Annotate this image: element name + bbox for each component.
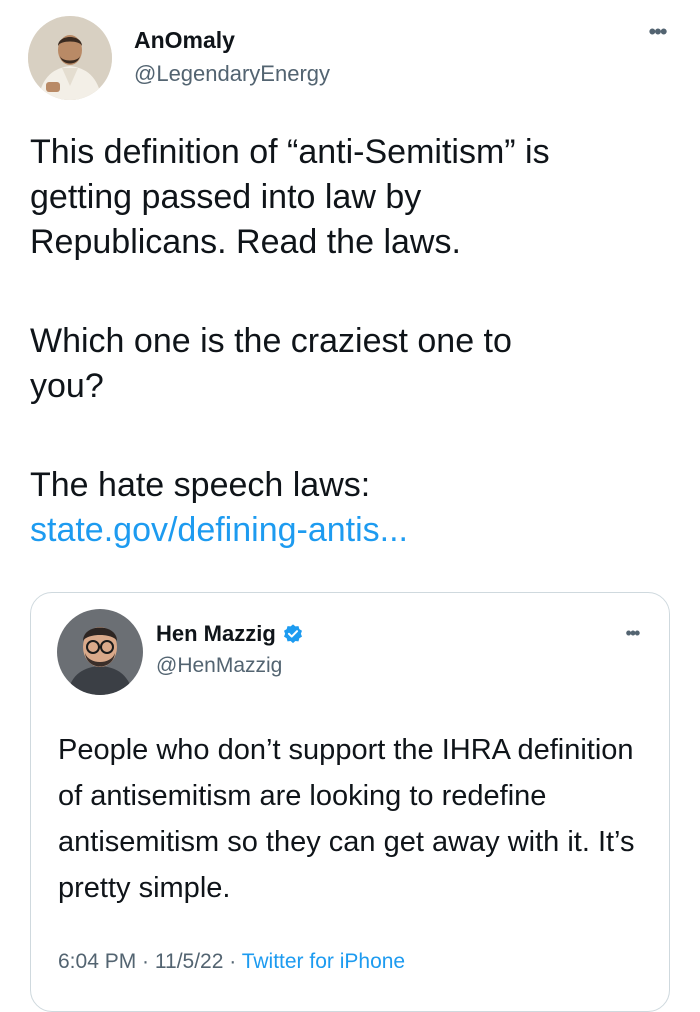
tweet-paragraph-1: This definition of “anti-Semitism” is ge… (30, 133, 550, 261)
tweet-text: This definition of “anti-Semitism” is ge… (30, 130, 680, 553)
quoted-tweet-source[interactable]: Twitter for iPhone (242, 950, 405, 973)
quoted-author-name-row[interactable]: Hen Mazzig (156, 621, 304, 647)
author-avatar[interactable] (28, 16, 112, 100)
quoted-author-avatar[interactable] (57, 609, 143, 695)
tweet-paragraph-2: Which one is the craziest one to you? (30, 322, 512, 405)
quoted-tweet-time[interactable]: 6:04 PM (58, 950, 136, 973)
quoted-tweet-text: People who don’t support the IHRA defini… (58, 734, 635, 904)
tweet-link[interactable]: state.gov/defining-antis... (30, 508, 680, 553)
quoted-author-handle[interactable]: @HenMazzig (156, 653, 282, 679)
author-handle[interactable]: @LegendaryEnergy (134, 60, 330, 88)
quoted-tweet-date[interactable]: 11/5/22 (155, 950, 224, 973)
tweet-paragraph-3: The hate speech laws: (30, 466, 371, 504)
author-name[interactable]: AnOmaly (134, 26, 235, 54)
verified-badge-icon (283, 624, 302, 644)
meta-separator-1: · (136, 950, 155, 973)
quoted-more-icon[interactable]: ••• (617, 624, 647, 642)
meta-separator-2: · (223, 950, 242, 973)
quoted-author-avatar-image (57, 609, 143, 695)
quoted-author-name[interactable]: Hen Mazzig (156, 621, 276, 647)
tweet: AnOmaly @LegendaryEnergy ••• This defini… (0, 0, 700, 1012)
author-avatar-image (28, 16, 112, 100)
quoted-tweet-meta: 6:04 PM · 11/5/22 · Twitter for iPhone (58, 949, 405, 975)
more-icon[interactable]: ••• (640, 21, 674, 43)
quoted-tweet-card[interactable]: Hen Mazzig @HenMazzig ••• People who don… (30, 592, 670, 1012)
